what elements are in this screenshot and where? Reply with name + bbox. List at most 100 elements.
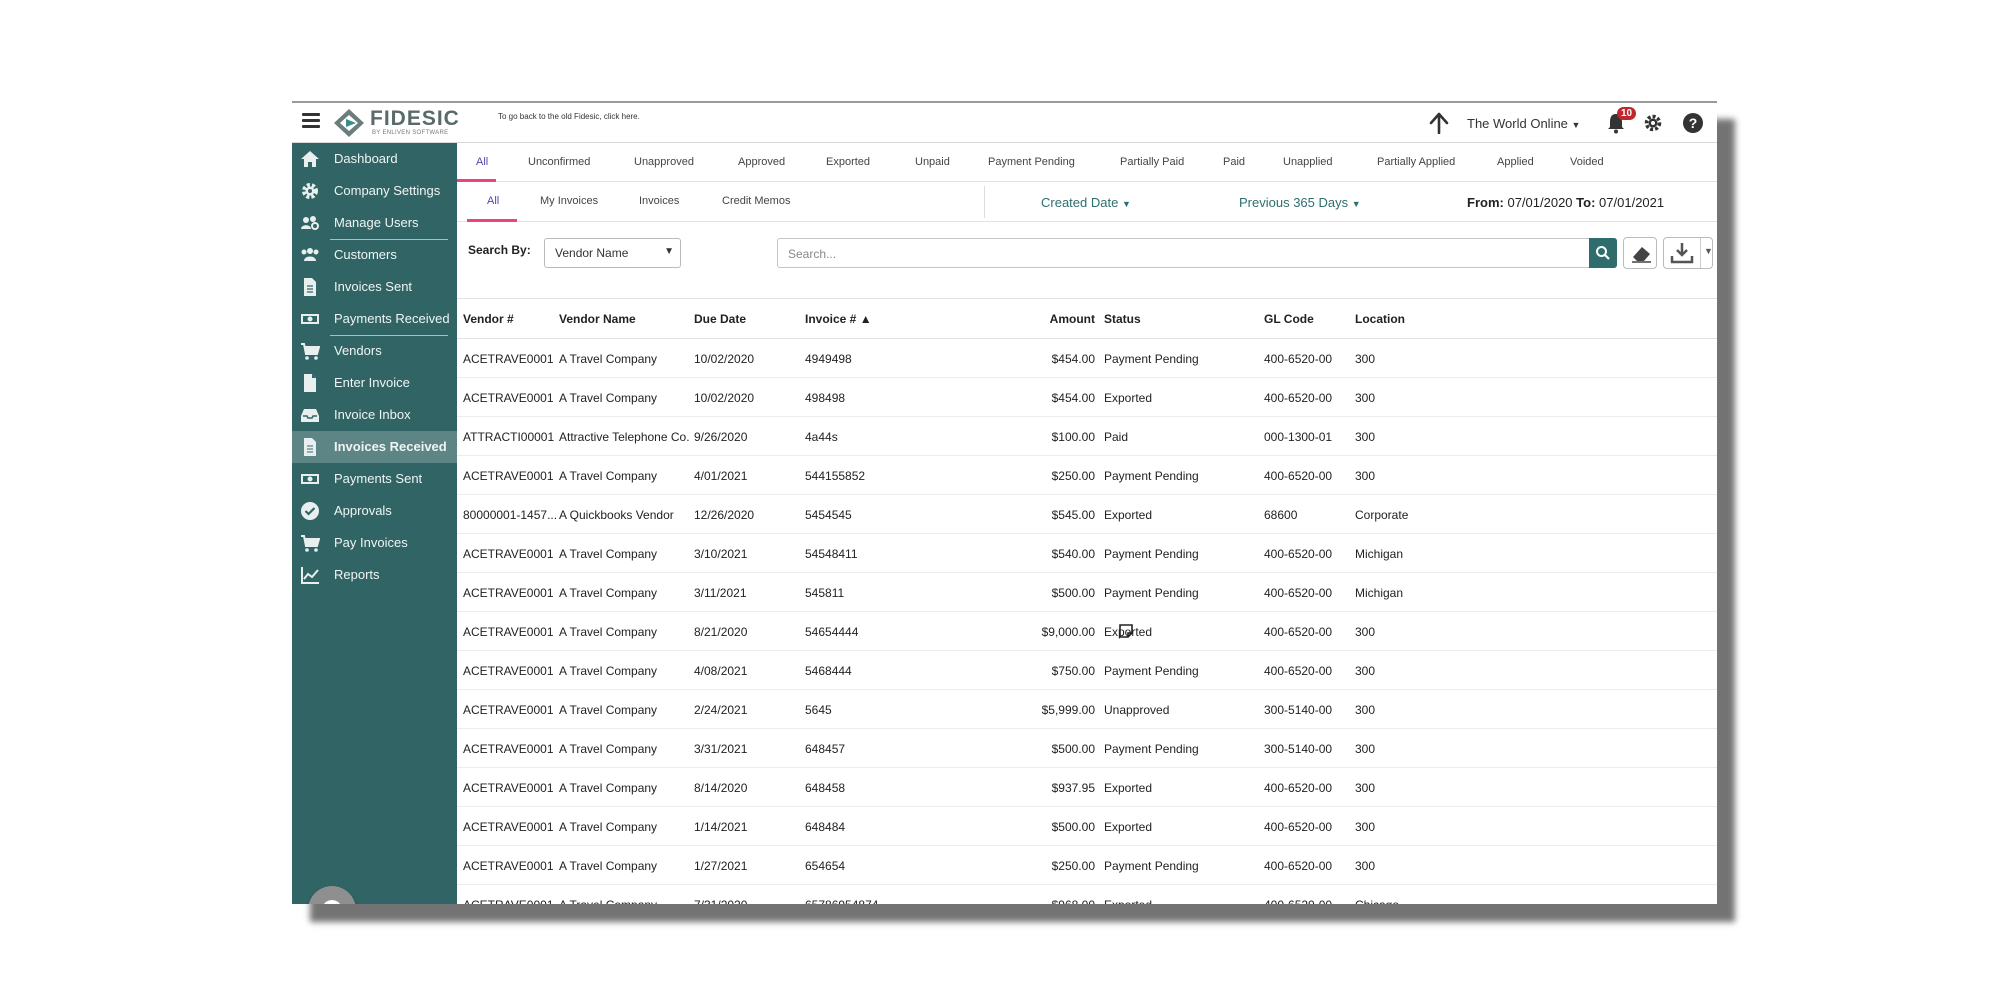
cell-due-date: 2/24/2021 bbox=[694, 703, 748, 717]
tab-paid[interactable]: Paid bbox=[1223, 156, 1245, 168]
sidebar-item-reports[interactable]: Reports bbox=[292, 559, 457, 591]
tab-my-invoices[interactable]: My Invoices bbox=[540, 195, 598, 207]
cell-invoice-no: 4a44s bbox=[805, 430, 838, 444]
tab-unapplied[interactable]: Unapplied bbox=[1283, 156, 1333, 168]
note-icon[interactable] bbox=[1118, 623, 1134, 639]
table-row[interactable]: ACETRAVE0001 A Travel Company 3/10/2021 545… bbox=[457, 534, 1717, 573]
tab-unconfirmed[interactable]: Unconfirmed bbox=[528, 156, 590, 168]
table-row[interactable]: ATTRACTI00001 Attractive Telephone Co. 9/2… bbox=[457, 417, 1717, 456]
sidebar-item-enter-invoice[interactable]: Enter Invoice bbox=[292, 367, 457, 399]
date-field-dropdown[interactable]: Created Date ▼ bbox=[1041, 195, 1131, 210]
cell-location: Michigan bbox=[1355, 586, 1404, 600]
cell-invoice-no: 648458 bbox=[805, 781, 846, 795]
table-row[interactable]: ACETRAVE0001 A Travel Company 3/31/2021 648… bbox=[457, 729, 1717, 768]
tab-approved[interactable]: Approved bbox=[738, 156, 785, 168]
cell-vendor-name: Attractive Telephone Co. bbox=[559, 430, 690, 444]
cell-vendor-no: 80000001-1457... bbox=[463, 508, 558, 522]
download-button[interactable]: ▼ bbox=[1663, 237, 1713, 269]
tab-voided[interactable]: Voided bbox=[1570, 156, 1604, 168]
sidebar-item-company-settings[interactable]: Company Settings bbox=[292, 175, 457, 207]
table-row[interactable]: ACETRAVE0001 A Travel Company 8/14/2020 648… bbox=[457, 768, 1717, 807]
table-row[interactable]: ACETRAVE0001 A Travel Company 2/24/2021 564… bbox=[457, 690, 1717, 729]
sidebar-item-dashboard[interactable]: Dashboard bbox=[292, 143, 457, 175]
clear-filters-button[interactable] bbox=[1623, 237, 1657, 269]
cell-invoice-no: 65786954874 bbox=[805, 898, 878, 904]
sidebar-item-customers[interactable]: Customers bbox=[292, 239, 457, 271]
sidebar-item-label: Invoices Received bbox=[334, 439, 447, 454]
chat-button[interactable] bbox=[308, 886, 356, 904]
tab-unpaid[interactable]: Unpaid bbox=[915, 156, 950, 168]
sidebar-item-vendors[interactable]: Vendors bbox=[292, 335, 457, 367]
table-row[interactable]: ACETRAVE0001 A Travel Company 1/14/2021 648… bbox=[457, 807, 1717, 846]
tab-all[interactable]: All bbox=[476, 156, 488, 168]
table-row[interactable]: ACETRAVE0001 A Travel Company 8/21/2020 546… bbox=[457, 612, 1717, 651]
money-icon bbox=[301, 314, 319, 324]
cell-status: Exported bbox=[1104, 898, 1152, 904]
money-icon bbox=[301, 474, 319, 484]
sidebar-item-approvals[interactable]: Approvals bbox=[292, 495, 457, 527]
cell-location: Michigan bbox=[1355, 547, 1404, 561]
tab-invoices[interactable]: Invoices bbox=[639, 195, 679, 207]
column-vendor-no[interactable]: Vendor # bbox=[463, 312, 514, 326]
table-row[interactable]: 80000001-1457... A Quickbooks Vendor 12/26… bbox=[457, 495, 1717, 534]
sidebar-item-invoices-sent[interactable]: Invoices Sent bbox=[292, 271, 457, 303]
column-invoice-no[interactable]: Invoice # ▲ bbox=[805, 312, 872, 326]
inbox-icon bbox=[301, 409, 319, 422]
sidebar-item-pay-invoices[interactable]: Pay Invoices bbox=[292, 527, 457, 559]
table-row[interactable]: ACETRAVE0001 A Travel Company 4/08/2021 546… bbox=[457, 651, 1717, 690]
sidebar-item-payments-received[interactable]: Payments Received bbox=[292, 303, 457, 335]
cell-invoice-no: 648457 bbox=[805, 742, 846, 756]
cell-location: Corporate bbox=[1355, 508, 1409, 522]
tab-applied[interactable]: Applied bbox=[1497, 156, 1534, 168]
sidebar-item-payments-sent[interactable]: Payments Sent bbox=[292, 463, 457, 495]
table-row[interactable]: ACETRAVE0001 A Travel Company 4/01/2021 544… bbox=[457, 456, 1717, 495]
table-row[interactable]: ACETRAVE0001 A Travel Company 7/31/2020 657… bbox=[457, 885, 1717, 904]
hamburger-menu-icon[interactable] bbox=[302, 113, 320, 129]
search-button[interactable] bbox=[1589, 238, 1617, 268]
table-row[interactable]: ACETRAVE0001 A Travel Company 1/27/2021 654… bbox=[457, 846, 1717, 885]
help-icon[interactable]: ? bbox=[1683, 113, 1703, 133]
old-fidesic-link[interactable]: To go back to the old Fidesic, click her… bbox=[498, 112, 640, 121]
company-selector[interactable]: The World Online ▼ bbox=[1467, 116, 1587, 131]
sidebar-item-invoices-received[interactable]: Invoices Received bbox=[292, 431, 457, 463]
tab-type-all[interactable]: All bbox=[487, 195, 499, 207]
cell-location: 300 bbox=[1355, 781, 1376, 795]
date-range-dropdown[interactable]: Previous 365 Days ▼ bbox=[1239, 195, 1361, 210]
tab-payment-pending[interactable]: Payment Pending bbox=[988, 156, 1075, 168]
table-row[interactable]: ACETRAVE0001 A Travel Company 10/02/2020 49… bbox=[457, 339, 1717, 378]
search-input[interactable]: Search... bbox=[777, 238, 1589, 268]
arrow-up-icon[interactable] bbox=[1429, 112, 1449, 134]
cell-status: Payment Pending bbox=[1104, 547, 1199, 561]
column-status[interactable]: Status bbox=[1104, 312, 1141, 326]
table-row[interactable]: ACETRAVE0001 A Travel Company 3/11/2021 545… bbox=[457, 573, 1717, 612]
column-gl-code[interactable]: GL Code bbox=[1264, 312, 1314, 326]
cell-vendor-no: ACETRAVE0001 bbox=[463, 625, 554, 639]
cell-vendor-no: ACETRAVE0001 bbox=[463, 352, 554, 366]
sidebar-item-invoice-inbox[interactable]: Invoice Inbox bbox=[292, 399, 457, 431]
tab-exported[interactable]: Exported bbox=[826, 156, 870, 168]
column-location[interactable]: Location bbox=[1355, 312, 1405, 326]
cell-gl-code: 400-6520-00 bbox=[1264, 469, 1333, 483]
cell-amount: $500.00 bbox=[1051, 586, 1095, 600]
tab-partially-applied[interactable]: Partially Applied bbox=[1377, 156, 1455, 168]
tab-credit-memos[interactable]: Credit Memos bbox=[722, 195, 790, 207]
cell-invoice-no: 5468444 bbox=[805, 664, 852, 678]
fidesic-logo[interactable]: FIDESIC BY ENLIVEN SOFTWARE bbox=[332, 107, 462, 139]
column-due-date[interactable]: Due Date bbox=[694, 312, 746, 326]
sidebar-item-manage-users[interactable]: Manage Users bbox=[292, 207, 457, 239]
cell-vendor-name: A Travel Company bbox=[559, 703, 658, 717]
cell-vendor-name: A Travel Company bbox=[559, 859, 658, 873]
cell-due-date: 4/01/2021 bbox=[694, 469, 748, 483]
gear-icon[interactable] bbox=[1643, 113, 1663, 133]
column-amount[interactable]: Amount bbox=[985, 312, 1095, 326]
cell-vendor-name: A Travel Company bbox=[559, 898, 657, 904]
search-by-select[interactable]: Vendor Name ▼ bbox=[544, 238, 681, 268]
logo-mark-icon bbox=[334, 109, 364, 137]
table-row[interactable]: ACETRAVE0001 A Travel Company 10/02/2020 49… bbox=[457, 378, 1717, 417]
tab-unapproved[interactable]: Unapproved bbox=[634, 156, 694, 168]
cell-gl-code: 400-6520-00 bbox=[1264, 781, 1333, 795]
cell-due-date: 10/02/2020 bbox=[694, 391, 755, 405]
column-vendor-name[interactable]: Vendor Name bbox=[559, 312, 636, 326]
tab-partially-paid[interactable]: Partially Paid bbox=[1120, 156, 1184, 168]
caret-down-icon[interactable]: ▼ bbox=[1704, 246, 1713, 256]
